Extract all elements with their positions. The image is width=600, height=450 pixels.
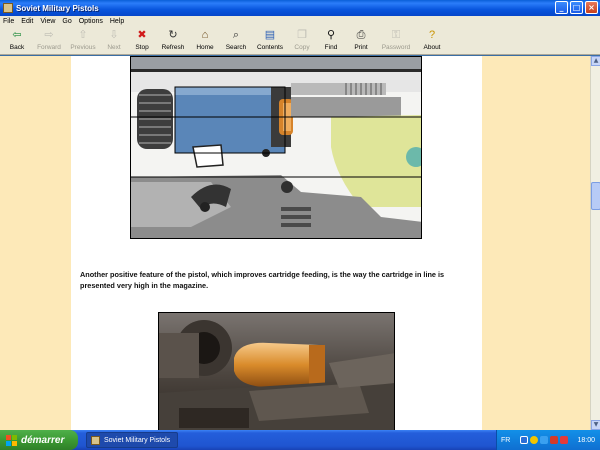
- password-button[interactable]: ⚿ Password: [376, 27, 416, 51]
- contents-icon: ▤: [264, 29, 276, 41]
- find-button[interactable]: ⚲ Find: [316, 27, 346, 51]
- language-indicator[interactable]: FR: [501, 437, 510, 444]
- taskbar: démarrer Soviet Military Pistols FR 18:0…: [0, 430, 600, 450]
- next-button[interactable]: ⇩ Next: [100, 27, 128, 51]
- pistol-cutaway-diagram: [130, 56, 422, 239]
- menu-view[interactable]: View: [40, 18, 55, 25]
- search-button[interactable]: ⌕ Search: [220, 27, 252, 51]
- maximize-button[interactable]: □: [570, 1, 583, 14]
- page-column: Another positive feature of the pistol, …: [71, 56, 482, 430]
- toolbar-button-label: About: [423, 44, 441, 51]
- volume-icon[interactable]: [539, 436, 548, 444]
- home-icon: ⌂: [201, 29, 209, 41]
- refresh-button[interactable]: ↻ Refresh: [156, 27, 190, 51]
- back-arrow-icon: ⇦: [12, 29, 22, 41]
- toolbar-button-label: Back: [9, 44, 25, 51]
- scroll-down-button[interactable]: ▼: [591, 420, 600, 430]
- taskbar-item-label: Soviet Military Pistols: [104, 436, 171, 444]
- start-button[interactable]: démarrer: [0, 430, 78, 450]
- start-label: démarrer: [21, 434, 65, 446]
- copy-button[interactable]: ❐ Copy: [288, 27, 316, 51]
- back-button[interactable]: ⇦ Back: [2, 27, 32, 51]
- toolbar-button-label: Search: [225, 44, 247, 51]
- toolbar: ⇦ Back ⇨ Forward ⇧ Previous ⇩ Next ✖ Stop ↻ Refresh…: [0, 27, 600, 55]
- menu-edit[interactable]: Edit: [21, 18, 33, 25]
- menu-options[interactable]: Options: [79, 18, 103, 25]
- menu-file[interactable]: File: [3, 18, 14, 25]
- cartridge-photo: [158, 312, 395, 430]
- taskbar-item-soviet-military-pistols[interactable]: Soviet Military Pistols: [86, 432, 178, 448]
- window-title: Soviet Military Pistols: [16, 3, 99, 13]
- smiley-icon[interactable]: [529, 436, 538, 444]
- toolbar-button-label: Copy: [294, 44, 310, 51]
- forward-button[interactable]: ⇨ Forward: [32, 27, 66, 51]
- stop-button[interactable]: ✖ Stop: [128, 27, 156, 51]
- vertical-scrollbar[interactable]: ▲ ▼: [590, 56, 600, 430]
- up-arrow-icon: ⇧: [78, 29, 88, 41]
- clock: 18:00: [577, 436, 595, 444]
- binoculars-icon: ⚲: [326, 29, 336, 41]
- scroll-up-button[interactable]: ▲: [591, 56, 600, 66]
- antivirus-icon[interactable]: [559, 436, 568, 444]
- scroll-thumb[interactable]: [591, 182, 600, 210]
- toolbar-button-label: Next: [107, 44, 121, 51]
- contents-button[interactable]: ▤ Contents: [252, 27, 288, 51]
- article-paragraph: Another positive feature of the pistol, …: [80, 270, 445, 290]
- minimize-button[interactable]: _: [555, 1, 568, 14]
- stop-icon: ✖: [137, 29, 147, 41]
- window-controls: _ □ ×: [555, 1, 598, 14]
- forward-arrow-icon: ⇨: [44, 29, 54, 41]
- toolbar-button-label: Forward: [37, 44, 61, 51]
- refresh-icon: ↻: [168, 29, 178, 41]
- about-button[interactable]: ? About: [416, 27, 448, 51]
- search-icon: ⌕: [232, 29, 240, 41]
- home-button[interactable]: ⌂ Home: [190, 27, 220, 51]
- title-bar: Soviet Military Pistols _ □ ×: [0, 0, 600, 16]
- menu-bar: File Edit View Go Options Help: [0, 16, 600, 27]
- copy-icon: ❐: [297, 29, 307, 41]
- app-icon: [3, 3, 13, 13]
- shield-icon[interactable]: [549, 436, 558, 444]
- print-button[interactable]: ⎙ Print: [346, 27, 376, 51]
- menu-go[interactable]: Go: [62, 18, 71, 25]
- system-tray: FR 18:00: [496, 430, 600, 450]
- menu-help[interactable]: Help: [110, 18, 124, 25]
- toolbar-button-label: Stop: [135, 44, 149, 51]
- toolbar-button-label: Password: [381, 44, 411, 51]
- app-icon: [91, 435, 100, 445]
- content-area: Another positive feature of the pistol, …: [0, 56, 590, 430]
- network-icon[interactable]: [519, 436, 528, 444]
- previous-button[interactable]: ⇧ Previous: [66, 27, 100, 51]
- toolbar-button-label: Previous: [70, 44, 96, 51]
- toolbar-button-label: Contents: [256, 44, 284, 51]
- tray-icons: [519, 436, 568, 444]
- down-arrow-icon: ⇩: [109, 29, 119, 41]
- toolbar-button-label: Print: [354, 44, 368, 51]
- printer-icon: ⎙: [356, 29, 366, 41]
- key-icon: ⚿: [391, 29, 401, 41]
- windows-logo-icon: [6, 434, 17, 446]
- help-icon: ?: [428, 29, 436, 41]
- toolbar-button-label: Home: [196, 44, 214, 51]
- toolbar-button-label: Find: [324, 44, 338, 51]
- toolbar-button-label: Refresh: [161, 44, 185, 51]
- close-button[interactable]: ×: [585, 1, 598, 14]
